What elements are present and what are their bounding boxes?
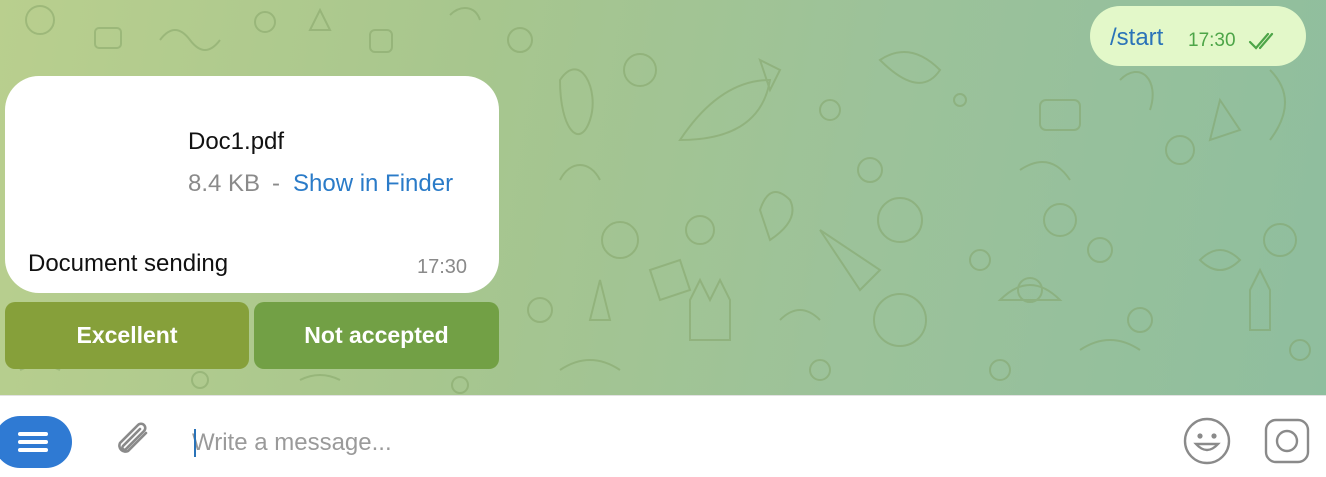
document-file-size: 8.4 KB — [188, 170, 261, 197]
excellent-button[interactable]: Excellent — [5, 302, 249, 369]
text-caret — [194, 429, 196, 457]
document-caption: Document sending — [28, 250, 229, 277]
not-accepted-button[interactable]: Not accepted — [254, 302, 499, 369]
menu-icon — [18, 432, 48, 436]
menu-button[interactable] — [0, 416, 72, 468]
menu-icon-bar — [18, 440, 48, 444]
paperclip-icon[interactable] — [110, 417, 158, 465]
show-in-finder-link[interactable]: Show in Finder — [293, 170, 453, 198]
document-file-name[interactable]: Doc1.pdf — [188, 128, 284, 156]
message-composer — [0, 395, 1326, 477]
document-meta-separator: - — [272, 170, 280, 197]
camera-icon[interactable] — [1262, 416, 1312, 466]
document-message-time: 17:30 — [417, 256, 468, 278]
document-thumbnail[interactable] — [28, 108, 168, 218]
emoji-icon[interactable] — [1182, 416, 1232, 466]
outgoing-message-text: /start — [1110, 24, 1164, 51]
message-input[interactable] — [192, 426, 1092, 460]
outgoing-message-time: 17:30 — [1188, 30, 1236, 51]
menu-icon-bar — [18, 448, 48, 452]
double-check-icon — [1248, 32, 1274, 50]
